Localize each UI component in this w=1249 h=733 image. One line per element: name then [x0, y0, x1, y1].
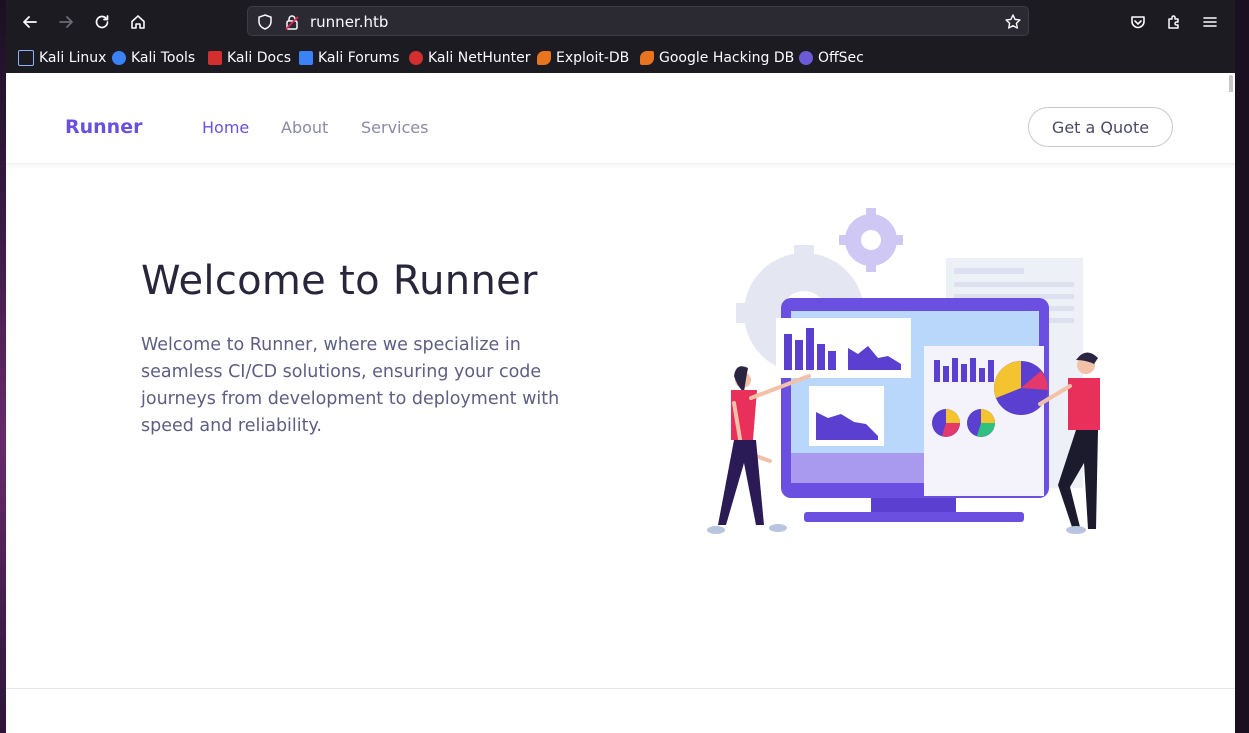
- arrow-left-icon: [23, 16, 37, 28]
- bookmark-kali-forums[interactable]: Kali Forums: [299, 48, 399, 68]
- hero-title: Welcome to Runner: [141, 258, 538, 304]
- exploit-db-icon: [537, 51, 551, 65]
- small-gear-icon: [839, 208, 903, 272]
- nav-home[interactable]: Home: [202, 118, 249, 137]
- bookmark-offsec[interactable]: OffSec: [799, 48, 864, 68]
- reload-button[interactable]: [88, 8, 116, 36]
- shield-icon[interactable]: [256, 13, 274, 31]
- bookmark-label: Kali NetHunter: [428, 50, 531, 66]
- section-divider: [6, 688, 1235, 689]
- arrow-right-icon: [59, 16, 73, 28]
- bookmark-exploit-db[interactable]: Exploit-DB: [537, 48, 629, 68]
- url-text[interactable]: runner.htb: [310, 13, 388, 31]
- nav-about[interactable]: About: [281, 118, 328, 137]
- star-icon[interactable]: [1004, 13, 1022, 31]
- bookmark-label: Kali Forums: [318, 50, 400, 66]
- bookmark-kali-nethunter[interactable]: Kali NetHunter: [409, 48, 530, 68]
- menu-button[interactable]: [1196, 8, 1224, 36]
- bookmark-label: Kali Tools: [131, 50, 196, 66]
- pocket-icon: [1131, 16, 1145, 29]
- forward-button[interactable]: [52, 8, 80, 36]
- home-button[interactable]: [124, 8, 152, 36]
- puzzle-icon: [1168, 15, 1179, 29]
- hamburger-menu-icon: [1203, 17, 1217, 27]
- offsec-icon: [799, 51, 813, 65]
- google-hacking-db-icon: [640, 51, 654, 65]
- lock-insecure-icon[interactable]: [283, 13, 301, 31]
- bookmark-label: Kali Docs: [227, 50, 292, 66]
- bookmark-kali-linux[interactable]: Kali Linux: [18, 48, 106, 68]
- bookmark-kali-tools[interactable]: Kali Tools: [112, 48, 195, 68]
- kali-tools-icon: [112, 51, 126, 65]
- kali-dragon-icon: [18, 50, 34, 66]
- pocket-button[interactable]: [1124, 8, 1152, 36]
- nav-services[interactable]: Services: [361, 118, 428, 137]
- bookmark-google-hacking-db[interactable]: Google Hacking DB: [640, 48, 794, 68]
- home-icon: [131, 15, 145, 29]
- site-navbar: Runner Home About Services Get a Quote: [6, 92, 1235, 164]
- kali-docs-icon: [208, 51, 222, 65]
- brand-logo[interactable]: Runner: [65, 116, 142, 138]
- bookmark-label: OffSec: [818, 50, 864, 66]
- bookmark-label: Google Hacking DB: [659, 50, 795, 66]
- bookmark-label: Exploit-DB: [556, 50, 630, 66]
- extensions-button[interactable]: [1160, 8, 1188, 36]
- back-button[interactable]: [16, 8, 44, 36]
- get-a-quote-button[interactable]: Get a Quote: [1028, 107, 1173, 147]
- page-content: Runner Home About Services Get a Quote W…: [6, 73, 1235, 733]
- browser-toolbar: runner.htb: [6, 0, 1235, 42]
- hero-description: Welcome to Runner, where we specialize i…: [141, 335, 560, 436]
- browser-window: runner.htb Kali Linux Kali Tools Kali Do…: [6, 0, 1235, 733]
- kali-nethunter-icon: [409, 51, 423, 65]
- kali-forums-icon: [299, 51, 313, 65]
- bookmark-label: Kali Linux: [39, 50, 107, 66]
- hero-illustration: [707, 208, 1100, 534]
- url-bar[interactable]: runner.htb: [247, 6, 1029, 36]
- bookmarks-bar: Kali Linux Kali Tools Kali Docs Kali For…: [6, 42, 1235, 74]
- bookmark-kali-docs[interactable]: Kali Docs: [208, 48, 291, 68]
- reload-icon: [95, 15, 109, 29]
